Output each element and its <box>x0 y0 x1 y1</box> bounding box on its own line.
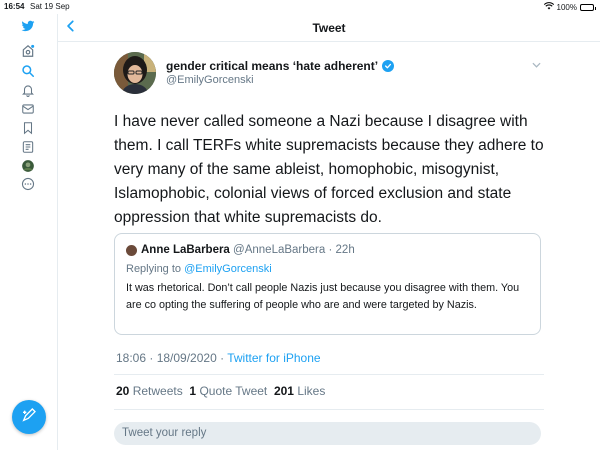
quoted-tweet[interactable]: Anne LaBarbera @AnneLaBarbera · 22h Repl… <box>114 233 541 335</box>
quote-label: Quote Tweet <box>199 384 268 398</box>
battery-icon <box>580 3 596 11</box>
retweets-label: Retweets <box>132 384 183 398</box>
quote-count: 1 <box>189 384 197 398</box>
divider <box>114 409 544 410</box>
quote-author-avatar <box>126 245 137 256</box>
quote-separator: · <box>325 244 336 256</box>
twitter-logo-icon[interactable] <box>20 18 36 34</box>
status-time: 16:54 <box>4 2 25 11</box>
tweet-meta: 18:06 · 18/09/2020 · Twitter for iPhone <box>116 351 321 365</box>
quote-author-name: Anne LaBarbera <box>141 244 230 256</box>
status-bar: 16:54 Sat 19 Sep 100% <box>0 0 600 14</box>
tweet-source-link[interactable]: Twitter for iPhone <box>227 351 320 365</box>
author-name-text: gender critical means ‘hate adherent’ <box>166 59 379 73</box>
search-icon[interactable] <box>20 63 36 79</box>
author-avatar[interactable] <box>114 52 156 94</box>
tweet-text: I have never called someone a Nazi becau… <box>114 113 544 226</box>
divider <box>114 374 544 375</box>
home-icon[interactable] <box>20 43 36 59</box>
author-name[interactable]: gender critical means ‘hate adherent’ <box>166 59 395 73</box>
compose-tweet-button[interactable] <box>12 400 46 434</box>
battery-percent: 100% <box>556 2 577 12</box>
quote-header: Anne LaBarbera @AnneLaBarbera · 22h <box>141 244 355 256</box>
compose-icon <box>21 407 37 428</box>
tweet-timestamp: 18:06 · 18/09/2020 · <box>116 351 228 365</box>
more-icon[interactable] <box>20 176 36 192</box>
quote-author-handle: @AnneLaBarbera <box>233 244 326 256</box>
wifi-icon <box>543 2 554 12</box>
likes-stat[interactable]: 201 Likes <box>274 384 325 398</box>
retweets-count: 20 <box>116 384 130 398</box>
reply-input[interactable]: Tweet your reply <box>114 422 541 445</box>
likes-count: 201 <box>273 384 294 398</box>
quote-time: 22h <box>335 244 355 256</box>
author-handle[interactable]: @EmilyGorcenski <box>166 74 254 86</box>
sidebar <box>0 14 58 450</box>
bookmarks-icon[interactable] <box>20 120 36 136</box>
tweet-options-button[interactable] <box>532 60 541 70</box>
verified-badge-icon <box>382 60 395 72</box>
quote-replying-prefix: Replying to <box>126 263 185 275</box>
status-right: 100% <box>543 2 596 12</box>
messages-icon[interactable] <box>20 101 36 117</box>
quote-replying-to: Replying to @EmilyGorcenski <box>126 263 272 275</box>
quote-text: It was rhetorical. Don’t call people Naz… <box>126 282 520 311</box>
quote-replying-link[interactable]: @EmilyGorcenski <box>184 263 272 275</box>
chevron-down-icon <box>532 62 541 68</box>
notifications-icon[interactable] <box>20 82 36 98</box>
status-date: Sat 19 Sep <box>30 2 70 11</box>
profile-icon[interactable] <box>20 158 36 174</box>
tweet-stats: 20 Retweets 1 Quote Tweet 201 Likes <box>116 384 325 398</box>
quote-tweets-stat[interactable]: 1 Quote Tweet <box>189 384 267 398</box>
page-header: Tweet <box>58 14 600 42</box>
likes-label: Likes <box>297 384 326 398</box>
page-title: Tweet <box>312 21 346 35</box>
retweets-stat[interactable]: 20 Retweets <box>116 384 183 398</box>
lists-icon[interactable] <box>20 139 36 155</box>
